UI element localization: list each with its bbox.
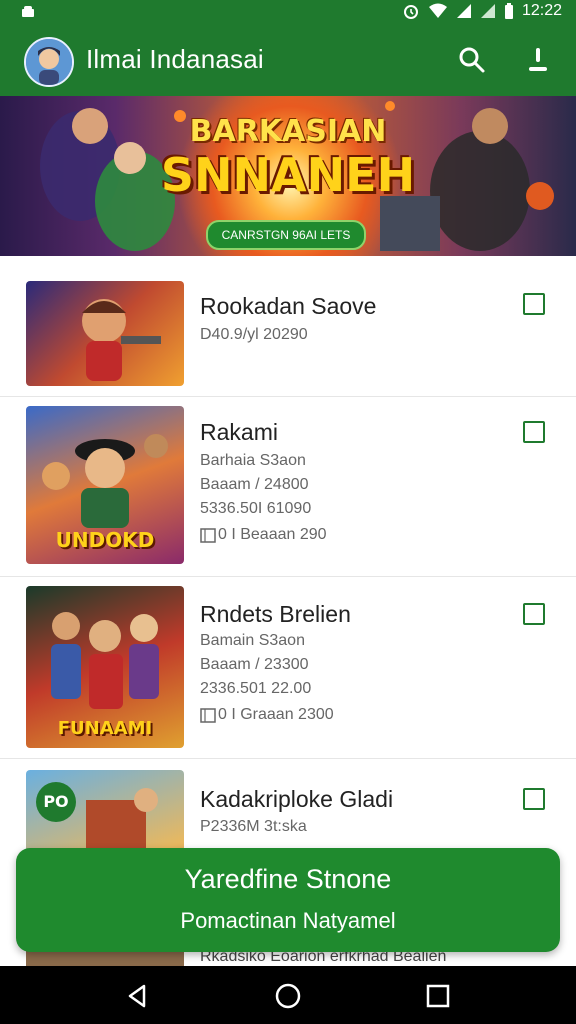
item-checkbox[interactable] (523, 293, 545, 315)
android-icon (22, 6, 34, 17)
thumbnail-art (82, 299, 161, 381)
item-detail: Bamain S3aon (200, 632, 305, 649)
status-icons: 12:22 (402, 2, 562, 20)
search-icon (459, 47, 485, 73)
alarm-icon (403, 5, 418, 19)
item-meta-text: 0 I Beaaan 290 (218, 526, 327, 543)
back-icon[interactable] (124, 982, 152, 1010)
item-detail: Baaam / 24800 (200, 476, 309, 493)
banner-cta-button[interactable]: CANRSTGN 96AI LETS (206, 220, 366, 250)
signal2-icon (480, 4, 495, 18)
game-thumbnail: UNDOKD (26, 406, 184, 564)
promo-banner[interactable]: BARKASIAN SNNANEH CANRSTGN 96AI LETS (0, 96, 576, 256)
list-item[interactable]: Rookadan Saove D40.9/yl 20290 (0, 256, 576, 397)
status-bar: 12:22 (0, 0, 576, 24)
item-title: Rookadan Saove (200, 293, 377, 319)
list-item[interactable]: UNDOKD Rakami Barhaia S3aon Baaam / 2480… (0, 396, 576, 577)
snackbar[interactable]: Yaredfine Stnone Pomactinan Natyamel (16, 848, 560, 952)
item-meta-text: 0 I Graaan 2300 (218, 706, 334, 723)
item-checkbox[interactable] (523, 603, 545, 625)
thumbnail-label: FUNAAMI (57, 718, 153, 739)
thumbnail-label: UNDOKD (55, 528, 155, 552)
search-button[interactable] (454, 42, 490, 78)
banner-title-line1: BARKASIAN (189, 114, 387, 149)
avatar[interactable] (24, 37, 74, 87)
item-title: Kadakriploke Gladi (200, 786, 394, 812)
item-checkbox[interactable] (523, 421, 545, 443)
game-thumbnail (26, 281, 184, 386)
home-icon[interactable] (274, 982, 302, 1010)
game-thumbnail: FUNAAMI (26, 586, 184, 748)
item-detail: 2336.501 22.00 (200, 680, 312, 697)
item-meta: 0 I Beaaan 290 (200, 526, 327, 544)
system-nav-bar (0, 966, 576, 1024)
item-detail: 5336.50I 61090 (200, 500, 312, 517)
download-button[interactable] (520, 42, 556, 78)
battery-icon (504, 3, 513, 19)
item-detail: D40.9/yl 20290 (200, 326, 308, 343)
app-title: Ilmai Indanasai (86, 44, 264, 74)
app-bar: Ilmai Indanasai (0, 24, 576, 96)
item-title: Rakami (200, 419, 278, 445)
signal-icon (456, 4, 471, 18)
calendar-icon (200, 528, 216, 543)
snackbar-title: Yaredfine Stnone (184, 864, 392, 894)
wifi-icon (428, 3, 447, 18)
item-detail: Barhaia S3aon (200, 452, 306, 469)
item-title: Rndets Brelien (200, 601, 351, 627)
thumbnail-label: PO (43, 792, 69, 811)
item-checkbox[interactable] (523, 788, 545, 810)
recents-icon[interactable] (424, 982, 452, 1010)
avatar-icon (26, 39, 72, 85)
list-item[interactable]: FUNAAMI Rndets Brelien Bamain S3aon Baaa… (0, 576, 576, 759)
status-time: 12:22 (521, 2, 562, 19)
banner-title-line2: SNNANEH (160, 148, 416, 202)
download-icon (529, 48, 547, 71)
calendar-icon (200, 708, 216, 723)
item-detail: Baaam / 23300 (200, 656, 309, 673)
snackbar-subtitle[interactable]: Pomactinan Natyamel (16, 908, 560, 934)
item-detail: P2336M 3t:ska (200, 818, 307, 835)
item-meta: 0 I Graaan 2300 (200, 706, 334, 724)
